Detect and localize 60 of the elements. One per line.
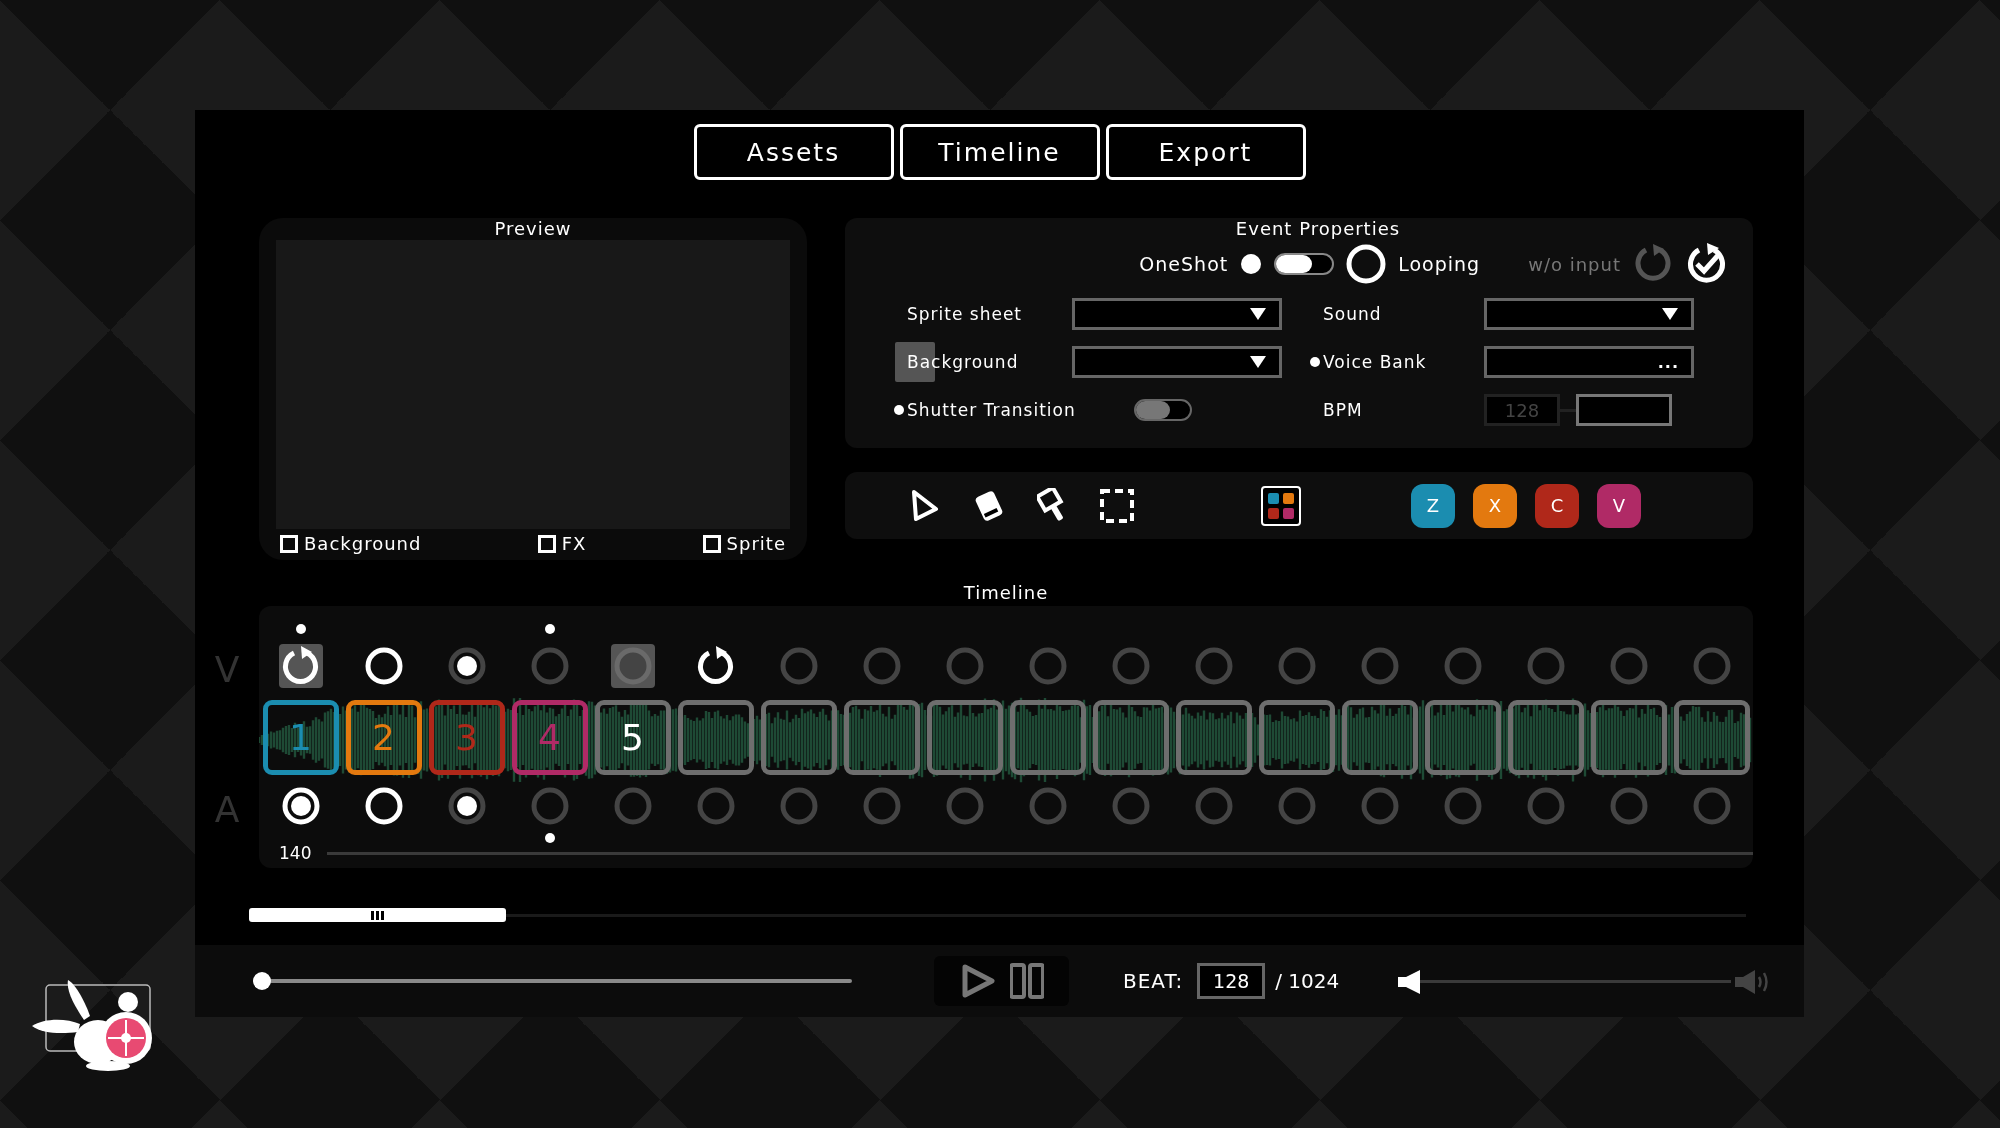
beat-card[interactable] [677,700,754,775]
beat-total: / 1024 [1275,969,1340,993]
palette-button[interactable] [1261,485,1301,526]
layer-checkbox[interactable]: Sprite [702,533,786,554]
dropdown-field[interactable] [1484,298,1694,330]
caret-icon [1661,307,1679,321]
key-button[interactable]: V [1597,483,1641,528]
section-title: Preview [493,218,573,240]
caret-icon [1249,355,1267,369]
field-label: Sprite sheet [907,304,1023,324]
beat-card[interactable] [1507,700,1584,775]
tab[interactable]: Timeline [899,124,1100,180]
mode-label: OneShot [1139,253,1229,275]
loop-marker[interactable] [278,644,323,688]
dropdown-field[interactable] [1072,346,1282,378]
speaker-icon[interactable] [1398,970,1422,994]
caret-icon [1249,307,1267,321]
toggle-switch[interactable] [1134,399,1192,421]
layer-checkbox[interactable]: FX [537,533,587,554]
beat-card[interactable] [1009,700,1086,775]
volume-max-icon [1735,969,1771,995]
beat-label: BEAT: [1123,969,1184,993]
zoom-value: 140 [279,843,312,863]
field-label: Shutter Transition [907,400,1076,420]
beat-field[interactable]: 128 [1197,963,1266,999]
key-button[interactable]: C [1535,483,1579,528]
beat-card[interactable] [760,700,837,775]
field-label: Voice Bank [1323,352,1427,372]
layer-checkbox[interactable]: Background [280,533,422,554]
field-label: BPM [1323,400,1363,420]
beat-card[interactable] [1175,700,1252,775]
browse-field[interactable]: ... [1484,346,1694,378]
beat-card[interactable] [843,700,920,775]
beat-card[interactable] [926,700,1003,775]
section-title: Timeline [962,582,1050,604]
beat-card[interactable] [1092,700,1169,775]
mode-switch[interactable] [1274,253,1335,275]
key-button[interactable]: Z [1411,483,1455,528]
scroll-thumb[interactable] [249,908,506,922]
without-input-label: w/o input [1528,253,1621,275]
bpm-input-field[interactable] [1576,394,1672,426]
mode-label: Looping [1398,253,1481,275]
pointer-icon [910,488,940,523]
pause-button[interactable] [1009,963,1044,999]
beat-card[interactable] [1258,700,1335,775]
section-title: Event Properties [1234,218,1402,240]
beat-card[interactable] [1424,700,1501,775]
field-label: Background [907,352,1019,372]
tab[interactable]: Assets [693,124,894,180]
field-label: Sound [1323,304,1382,324]
loop-icon[interactable] [1633,244,1673,284]
marquee-icon [1099,487,1135,524]
zoom-track[interactable] [327,851,1753,855]
beat-card[interactable] [1590,700,1667,775]
seek-slider[interactable] [253,971,852,991]
dropdown-field[interactable] [1072,298,1282,330]
beat-card[interactable] [1673,700,1750,775]
beat-card[interactable] [1341,700,1418,775]
tab[interactable]: Export [1105,124,1306,180]
beat-card[interactable]: 5 [594,700,671,775]
